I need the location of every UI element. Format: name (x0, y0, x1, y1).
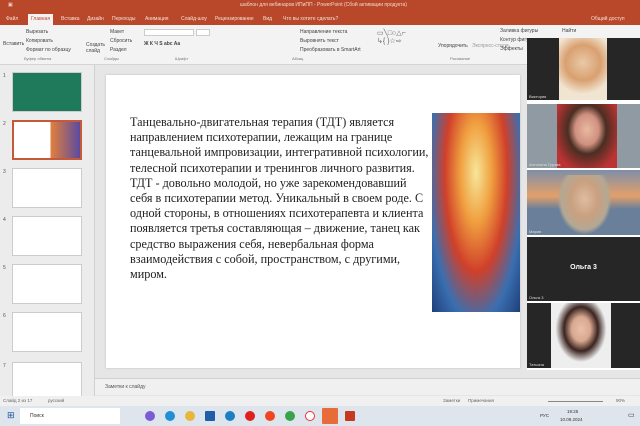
font-format-buttons[interactable]: Ж К Ч S abc Aa (144, 41, 180, 47)
thumb-number: 4 (3, 217, 6, 223)
slide-thumbnail-6[interactable] (12, 312, 82, 352)
notifications-icon[interactable]: ▭ (628, 411, 635, 419)
section-button[interactable]: Раздел (110, 47, 127, 53)
new-slide-button[interactable]: Создать слайд (86, 42, 106, 54)
tab-home[interactable]: Главная (28, 14, 54, 25)
find-button[interactable]: Найти (562, 28, 576, 34)
tab-file[interactable]: Файл (3, 14, 21, 25)
alice-icon[interactable] (145, 411, 155, 421)
participant-video (557, 104, 617, 168)
explorer-icon[interactable] (185, 411, 195, 421)
store-icon[interactable] (205, 411, 215, 421)
zoom-app-icon[interactable] (322, 408, 338, 424)
align-text-button[interactable]: Выровнять текст (300, 38, 339, 44)
text-direction-button[interactable]: Направление текста (300, 29, 347, 35)
thumb-number: 1 (3, 73, 6, 79)
slide-thumbnail-5[interactable] (12, 264, 82, 304)
dancers-painting-image[interactable] (432, 113, 520, 312)
clock-time[interactable]: 19:25 (567, 409, 578, 414)
group-clipboard: Буфер обмена (24, 56, 52, 61)
participant-tile[interactable]: Ольга 3 Ольга 3 (527, 237, 640, 301)
zoom-slider[interactable] (548, 401, 603, 402)
participant-name: Антонина Гурова (529, 162, 561, 167)
slide-thumbnail-1[interactable] (12, 72, 82, 112)
video-conference-panel: Виктория Антонина Гурова Мария Ольга 3 О… (527, 38, 640, 370)
participant-tile[interactable]: Виктория (527, 38, 640, 100)
layout-button[interactable]: Макет (110, 29, 124, 35)
shape-effects-button[interactable]: Эффекты (500, 46, 523, 52)
input-language[interactable]: РУС (540, 413, 549, 418)
powerpoint-icon[interactable] (345, 411, 355, 421)
comments-toggle[interactable]: Примечания (468, 396, 494, 406)
yandex-icon[interactable] (265, 411, 275, 421)
participant-name: Виктория (529, 94, 547, 99)
tab-transitions[interactable]: Переходы (109, 14, 138, 25)
thumb-number: 2 (3, 121, 6, 127)
slide-body-text[interactable]: Танцевально-двигательная терапия (ТДТ) я… (130, 115, 430, 282)
tab-review[interactable]: Рецензирование (212, 14, 257, 25)
group-paragraph: Абзац (292, 56, 304, 61)
save-icon[interactable]: ▣ (8, 0, 13, 11)
slide-thumbnail-4[interactable] (12, 216, 82, 256)
windows-start-icon[interactable]: ⊞ (7, 410, 15, 421)
tell-me[interactable]: Что вы хотите сделать? (280, 14, 341, 25)
chrome-icon[interactable] (285, 411, 295, 421)
zoom-level[interactable]: 90% (616, 396, 625, 406)
tab-view[interactable]: Вид (260, 14, 275, 25)
window-title: шаблон для вебинаров ИПиПП - PowerPoint … (240, 2, 407, 8)
participant-tile[interactable]: Мария (527, 170, 640, 235)
tab-animation[interactable]: Анимация (142, 14, 171, 25)
font-size-select[interactable] (196, 29, 210, 36)
reset-button[interactable]: Сбросить (110, 38, 132, 44)
participant-placeholder-name: Ольга 3 (570, 264, 597, 271)
copy-button[interactable]: Копировать (26, 38, 53, 44)
participant-tile[interactable]: Татьяна (527, 303, 640, 368)
slide-thumbnail-panel[interactable]: 1 2 3 4 5 6 7 (0, 65, 95, 402)
taskbar: ⊞ Поиск РУС 19:25 10.09.2024 ▭ (0, 406, 640, 426)
slide-canvas[interactable]: Танцевально-двигательная терапия (ТДТ) я… (106, 75, 520, 368)
search-placeholder: Поиск (30, 413, 44, 419)
opera-icon[interactable] (245, 411, 255, 421)
share-button[interactable]: Общий доступ (588, 14, 628, 25)
format-painter-button[interactable]: Формат по образцу (26, 47, 71, 53)
yandex-browser-icon[interactable] (305, 411, 315, 421)
tab-slideshow[interactable]: Слайд-шоу (178, 14, 210, 25)
font-name-select[interactable] (144, 29, 194, 36)
tab-insert[interactable]: Вставка (58, 14, 83, 25)
participant-video (559, 38, 607, 100)
notes-pane[interactable]: Заметки к слайду (95, 378, 640, 395)
group-drawing: Рисование (450, 56, 471, 61)
thumb-number: 5 (3, 265, 6, 271)
participant-tile[interactable]: Антонина Гурова (527, 104, 640, 168)
participant-video (557, 175, 612, 235)
arrange-button[interactable]: Упорядочить (438, 43, 468, 49)
notes-toggle[interactable]: Заметки (443, 396, 460, 406)
thumb-number: 6 (3, 313, 6, 319)
title-bar: ▣ шаблон для вебинаров ИПиПП - PowerPoin… (0, 0, 640, 11)
group-font: Шрифт (175, 56, 189, 61)
slide-thumbnail-3[interactable] (12, 168, 82, 208)
ribbon-tabs: Файл Главная Вставка Дизайн Переходы Ани… (0, 11, 640, 25)
paste-button[interactable]: Вставить (3, 41, 24, 47)
status-bar: Слайд 2 из 17 русский Заметки Примечания… (0, 396, 640, 406)
group-slides: Слайды (104, 56, 119, 61)
participant-name: Ольга 3 (529, 295, 544, 300)
thumb-number: 3 (3, 169, 6, 175)
tab-design[interactable]: Дизайн (84, 14, 107, 25)
participant-name: Мария (529, 229, 542, 234)
edge-icon[interactable] (165, 411, 175, 421)
shapes-gallery[interactable]: ▭╲□○△⌐ ↳{ }☆⇨ (377, 29, 432, 53)
participant-video (551, 303, 611, 368)
smartart-button[interactable]: Преобразовать в SmartArt (300, 47, 361, 53)
language-indicator[interactable]: русский (48, 396, 64, 406)
cut-button[interactable]: Вырезать (26, 29, 48, 35)
slide-counter: Слайд 2 из 17 (3, 398, 33, 403)
slide-thumbnail-2[interactable] (12, 120, 82, 160)
search-box[interactable]: Поиск (20, 408, 120, 424)
participant-name: Татьяна (529, 362, 544, 367)
clock-date[interactable]: 10.09.2024 (560, 417, 583, 422)
mail-icon[interactable] (225, 411, 235, 421)
shape-fill-button[interactable]: Заливка фигуры (500, 28, 538, 34)
thumb-number: 7 (3, 363, 6, 369)
